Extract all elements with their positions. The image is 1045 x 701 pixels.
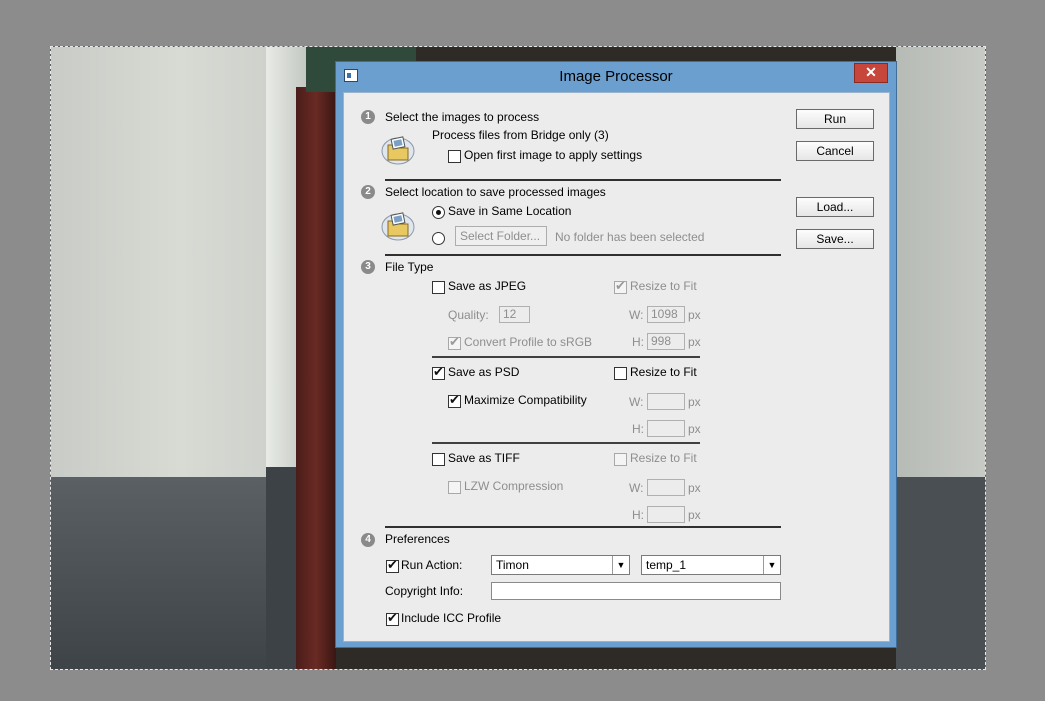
run-action-label: Run Action: [401, 558, 463, 572]
step-4-badge: 4 [361, 533, 375, 547]
section-divider-2 [385, 254, 781, 256]
icc-profile-label: Include ICC Profile [401, 611, 502, 625]
same-location-radio[interactable] [432, 206, 445, 219]
dialog-title: Image Processor [559, 68, 673, 85]
tiff-width-field[interactable] [647, 479, 685, 496]
run-action-checkbox[interactable]: ✔ [386, 557, 399, 573]
section-2-title: Select location to save processed images [385, 185, 606, 199]
jpeg-w-unit: px [688, 308, 701, 322]
section-divider-3 [385, 526, 781, 528]
action-name-value: temp_1 [646, 558, 687, 572]
source-text: Process files from Bridge only (3) [432, 128, 609, 142]
open-first-checkbox[interactable] [448, 150, 461, 163]
icc-profile-checkbox[interactable]: ✔ [386, 610, 399, 626]
image-processor-dialog: Image Processor ✕ 1 Select the images to… [335, 61, 897, 648]
save-tiff-label: Save as TIFF [448, 451, 520, 465]
jpeg-w-label: W: [629, 308, 644, 322]
psd-height-field[interactable] [647, 420, 685, 437]
jpeg-height-field[interactable]: 998 [647, 333, 685, 350]
psd-resize-label: Resize to Fit [630, 365, 697, 379]
photo-wall-left-bottom [51, 477, 281, 669]
save-psd-checkbox[interactable]: ✔ [432, 364, 445, 380]
action-set-value: Timon [496, 558, 529, 572]
tiff-height-field[interactable] [647, 506, 685, 523]
jpeg-resize-label: Resize to Fit [630, 279, 697, 293]
psd-resize-checkbox[interactable] [614, 367, 627, 380]
maximize-compat-label: Maximize Compatibility [464, 393, 587, 407]
checkmark-icon: ✔ [387, 610, 398, 625]
convert-srgb-checkbox[interactable]: ✔ [448, 334, 461, 350]
quality-label: Quality: [448, 308, 489, 322]
load-button[interactable]: Load... [796, 197, 874, 217]
psd-width-field[interactable] [647, 393, 685, 410]
step-2-badge: 2 [361, 185, 375, 199]
no-folder-text: No folder has been selected [555, 230, 705, 244]
save-jpeg-label: Save as JPEG [448, 279, 527, 293]
checkmark-icon: ✔ [449, 334, 460, 349]
close-icon: ✕ [865, 64, 877, 80]
dialog-content: 1 Select the images to process Process f… [343, 92, 890, 642]
jpeg-width-field[interactable]: 1098 [647, 306, 685, 323]
photo-red-door [296, 87, 336, 669]
step-3-badge: 3 [361, 260, 375, 274]
tiff-w-unit: px [688, 481, 701, 495]
lzw-checkbox[interactable] [448, 481, 461, 494]
jpeg-resize-checkbox[interactable]: ✔ [614, 278, 627, 294]
copyright-label: Copyright Info: [385, 584, 464, 598]
copyright-input[interactable] [491, 582, 781, 600]
tiff-h-label: H: [632, 508, 644, 522]
tiff-resize-label: Resize to Fit [630, 451, 697, 465]
tiff-w-label: W: [629, 481, 644, 495]
run-button[interactable]: Run [796, 109, 874, 129]
close-button[interactable]: ✕ [854, 63, 888, 83]
same-location-label: Save in Same Location [448, 204, 572, 218]
select-folder-button[interactable]: Select Folder... [455, 226, 547, 246]
psd-h-label: H: [632, 422, 644, 436]
psd-w-unit: px [688, 395, 701, 409]
tiff-resize-checkbox[interactable] [614, 453, 627, 466]
folder-image-icon [381, 136, 415, 165]
photo-wall-left [51, 47, 266, 477]
jpeg-h-unit: px [688, 335, 701, 349]
jpeg-divider [432, 356, 700, 358]
tiff-h-unit: px [688, 508, 701, 522]
action-name-dropdown[interactable]: temp_1 ▼ [641, 555, 781, 575]
psd-h-unit: px [688, 422, 701, 436]
save-tiff-checkbox[interactable] [432, 453, 445, 466]
save-jpeg-checkbox[interactable] [432, 281, 445, 294]
section-3-title: File Type [385, 260, 434, 274]
section-4-title: Preferences [385, 532, 450, 546]
photo-wall-right-bottom [896, 477, 985, 669]
checkmark-icon: ✔ [433, 364, 444, 379]
save-psd-label: Save as PSD [448, 365, 520, 379]
photo-wall-right [896, 47, 985, 477]
convert-srgb-label: Convert Profile to sRGB [464, 335, 593, 349]
quality-field[interactable]: 12 [499, 306, 530, 323]
title-bar[interactable]: Image Processor ✕ [336, 62, 896, 91]
select-folder-radio[interactable] [432, 232, 445, 245]
section-divider-1 [385, 179, 781, 181]
chevron-down-icon: ▼ [763, 556, 780, 574]
jpeg-h-label: H: [632, 335, 644, 349]
save-button[interactable]: Save... [796, 229, 874, 249]
open-first-label: Open first image to apply settings [464, 148, 643, 162]
folder-image-icon [381, 212, 415, 241]
lzw-label: LZW Compression [464, 479, 564, 493]
checkmark-icon: ✔ [615, 278, 626, 293]
checkmark-icon: ✔ [387, 557, 398, 572]
step-1-badge: 1 [361, 110, 375, 124]
action-set-dropdown[interactable]: Timon ▼ [491, 555, 630, 575]
psd-divider [432, 442, 700, 444]
psd-w-label: W: [629, 395, 644, 409]
checkmark-icon: ✔ [449, 392, 460, 407]
chevron-down-icon: ▼ [612, 556, 629, 574]
cancel-button[interactable]: Cancel [796, 141, 874, 161]
maximize-compat-checkbox[interactable]: ✔ [448, 392, 461, 408]
section-1-title: Select the images to process [385, 110, 540, 124]
